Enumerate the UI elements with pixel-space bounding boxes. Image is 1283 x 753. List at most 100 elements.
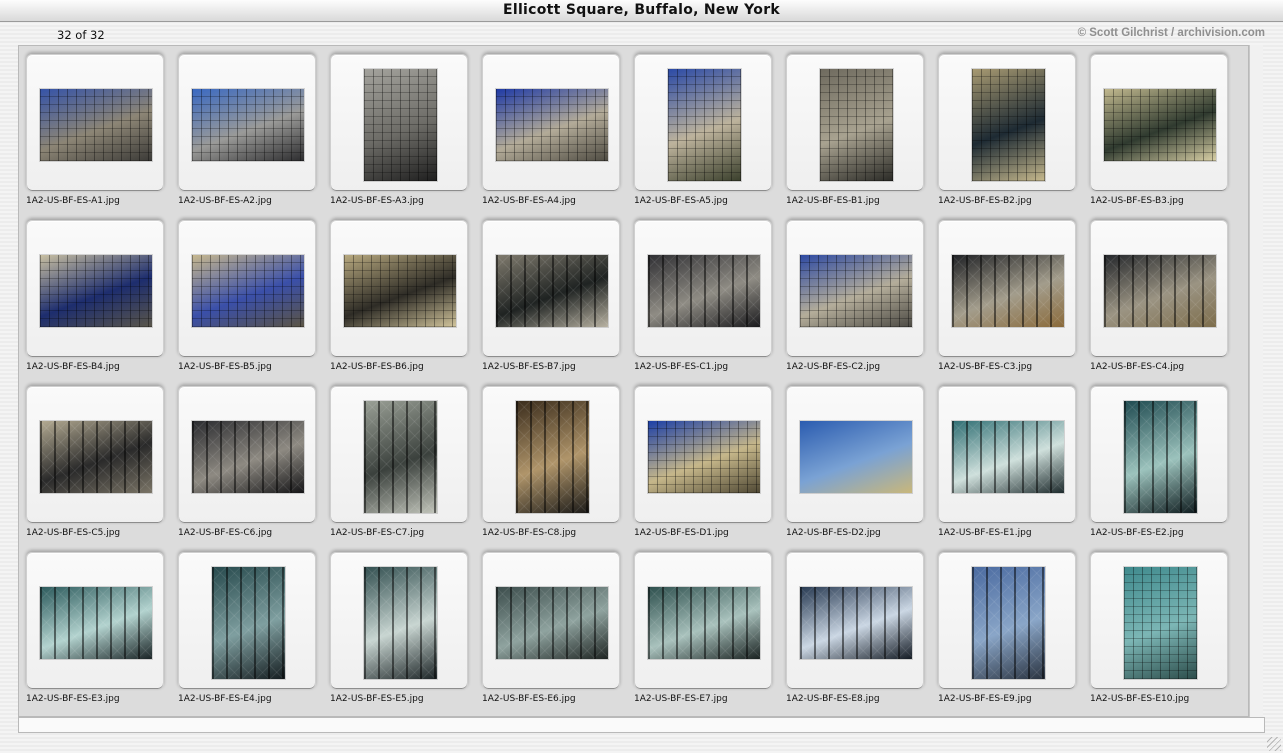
thumbnail-image[interactable] [40,587,152,659]
horizontal-scrollbar[interactable] [18,717,1265,733]
thumbnail-item[interactable]: 1A2-US-BF-ES-B3.jpg [1089,53,1241,219]
thumbnail-item[interactable]: 1A2-US-BF-ES-B4.jpg [25,219,177,385]
thumbnail-item[interactable]: 1A2-US-BF-ES-C8.jpg [481,385,633,551]
slide-mount[interactable] [26,220,164,358]
thumbnail-image[interactable] [800,255,912,327]
thumbnail-item[interactable]: 1A2-US-BF-ES-B6.jpg [329,219,481,385]
slide-mount[interactable] [330,54,468,192]
thumbnail-image[interactable] [1124,401,1197,513]
thumbnail-item[interactable]: 1A2-US-BF-ES-B2.jpg [937,53,1089,219]
slide-mount[interactable] [482,386,620,524]
thumbnail-item[interactable]: 1A2-US-BF-ES-B7.jpg [481,219,633,385]
thumbnail-image[interactable] [496,89,608,161]
slide-mount[interactable] [634,386,772,524]
thumbnail-item[interactable]: 1A2-US-BF-ES-C3.jpg [937,219,1089,385]
slide-mount[interactable] [178,220,316,358]
thumbnail-image[interactable] [516,401,589,513]
thumbnail-image[interactable] [972,567,1045,679]
thumbnail-image[interactable] [364,69,437,181]
slide-mount[interactable] [178,54,316,192]
thumbnail-image[interactable] [364,401,437,513]
thumbnail-item[interactable]: 1A2-US-BF-ES-E2.jpg [1089,385,1241,551]
thumbnail-image[interactable] [192,255,304,327]
slide-mount[interactable] [330,552,468,690]
thumbnail-item[interactable]: 1A2-US-BF-ES-A3.jpg [329,53,481,219]
slide-mount[interactable] [634,220,772,358]
slide-mount[interactable] [938,386,1076,524]
slide-mount[interactable] [1090,552,1228,690]
thumbnail-item[interactable]: 1A2-US-BF-ES-D2.jpg [785,385,937,551]
thumbnail-image[interactable] [192,89,304,161]
slide-mount[interactable] [330,220,468,358]
thumbnail-image[interactable] [800,421,912,493]
thumbnail-item[interactable]: 1A2-US-BF-ES-E7.jpg [633,551,785,717]
slide-mount[interactable] [786,552,924,690]
thumbnail-image[interactable] [192,421,304,493]
thumbnail-item[interactable]: 1A2-US-BF-ES-C7.jpg [329,385,481,551]
slide-mount[interactable] [1090,386,1228,524]
slide-mount[interactable] [1090,220,1228,358]
slide-mount[interactable] [938,54,1076,192]
resize-grip-icon[interactable] [1267,737,1281,751]
thumbnail-image[interactable] [1124,567,1197,679]
slide-mount[interactable] [938,552,1076,690]
thumbnail-item[interactable]: 1A2-US-BF-ES-A5.jpg [633,53,785,219]
thumbnail-item[interactable]: 1A2-US-BF-ES-E3.jpg [25,551,177,717]
slide-mount[interactable] [786,386,924,524]
thumbnail-image[interactable] [800,587,912,659]
slide-mount[interactable] [482,552,620,690]
thumbnail-item[interactable]: 1A2-US-BF-ES-C2.jpg [785,219,937,385]
thumbnail-image[interactable] [668,69,741,181]
thumbnail-image[interactable] [496,587,608,659]
thumbnail-item[interactable]: 1A2-US-BF-ES-B1.jpg [785,53,937,219]
thumbnail-item[interactable]: 1A2-US-BF-ES-C1.jpg [633,219,785,385]
thumbnail-item[interactable]: 1A2-US-BF-ES-E5.jpg [329,551,481,717]
slide-mount[interactable] [634,54,772,192]
thumbnail-image[interactable] [364,567,437,679]
thumbnail-image[interactable] [648,587,760,659]
thumbnail-item[interactable]: 1A2-US-BF-ES-A4.jpg [481,53,633,219]
thumbnail-item[interactable]: 1A2-US-BF-ES-E10.jpg [1089,551,1241,717]
thumbnail-image[interactable] [648,255,760,327]
slide-mount[interactable] [1090,54,1228,192]
thumbnail-item[interactable]: 1A2-US-BF-ES-C6.jpg [177,385,329,551]
slide-mount[interactable] [482,54,620,192]
thumbnail-image[interactable] [212,567,285,679]
thumbnail-item[interactable]: 1A2-US-BF-ES-E6.jpg [481,551,633,717]
thumbnail-item[interactable]: 1A2-US-BF-ES-E9.jpg [937,551,1089,717]
thumbnail-item[interactable]: 1A2-US-BF-ES-D1.jpg [633,385,785,551]
thumbnail-image[interactable] [40,421,152,493]
slide-mount[interactable] [26,54,164,192]
thumbnail-image[interactable] [40,255,152,327]
thumbnail-image[interactable] [344,255,456,327]
thumbnail-image[interactable] [1104,255,1216,327]
thumbnail-item[interactable]: 1A2-US-BF-ES-C4.jpg [1089,219,1241,385]
slide-mount[interactable] [482,220,620,358]
vertical-scrollbar[interactable] [1249,45,1263,717]
slide-mount[interactable] [786,54,924,192]
slide-mount[interactable] [786,220,924,358]
thumbnail-image[interactable] [648,421,760,493]
thumbnail-item[interactable]: 1A2-US-BF-ES-A1.jpg [25,53,177,219]
thumbnail-item[interactable]: 1A2-US-BF-ES-E4.jpg [177,551,329,717]
thumbnail-item[interactable]: 1A2-US-BF-ES-E1.jpg [937,385,1089,551]
thumbnail-image[interactable] [820,69,893,181]
thumbnail-item[interactable]: 1A2-US-BF-ES-B5.jpg [177,219,329,385]
slide-mount[interactable] [330,386,468,524]
thumbnail-image[interactable] [40,89,152,161]
thumbnail-caption: 1A2-US-BF-ES-C6.jpg [178,528,273,538]
thumbnail-item[interactable]: 1A2-US-BF-ES-E8.jpg [785,551,937,717]
slide-mount[interactable] [178,386,316,524]
thumbnail-item[interactable]: 1A2-US-BF-ES-A2.jpg [177,53,329,219]
slide-mount[interactable] [26,386,164,524]
thumbnail-image[interactable] [1104,89,1216,161]
slide-mount[interactable] [938,220,1076,358]
slide-mount[interactable] [26,552,164,690]
thumbnail-image[interactable] [952,421,1064,493]
slide-mount[interactable] [634,552,772,690]
thumbnail-item[interactable]: 1A2-US-BF-ES-C5.jpg [25,385,177,551]
thumbnail-image[interactable] [972,69,1045,181]
thumbnail-image[interactable] [496,255,608,327]
thumbnail-image[interactable] [952,255,1064,327]
slide-mount[interactable] [178,552,316,690]
